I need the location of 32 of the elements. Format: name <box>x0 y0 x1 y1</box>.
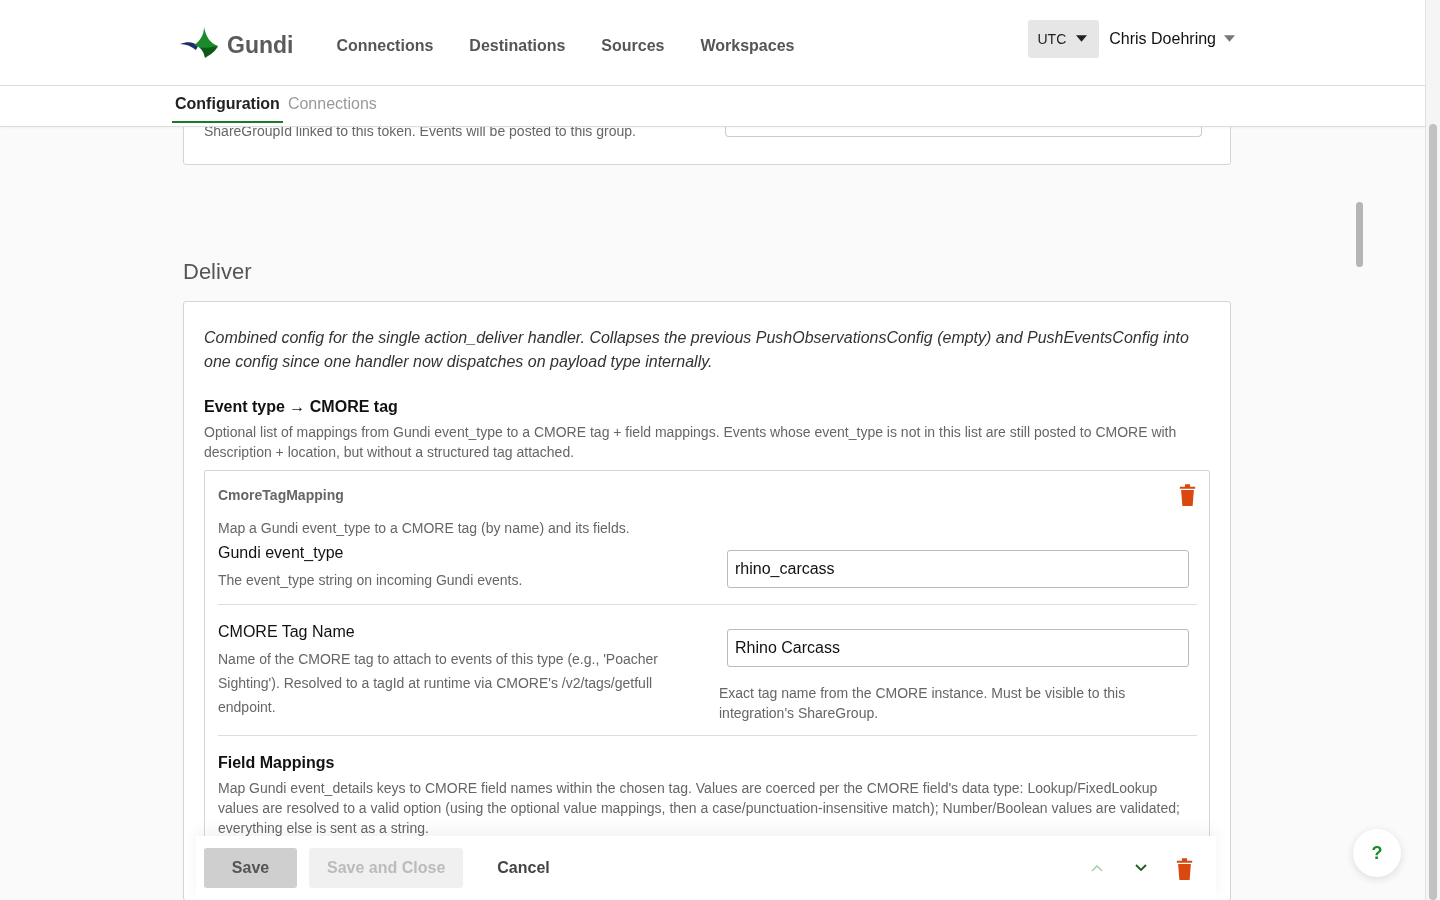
item-description: Map a Gundi event_type to a CMORE tag (by name) and its fields. <box>218 519 631 538</box>
trash-icon[interactable] <box>1178 483 1197 506</box>
field-label: Gundi event_type <box>218 544 345 562</box>
caret-icon <box>1224 35 1235 42</box>
nav-link[interactable]: Destinations <box>469 36 566 55</box>
field-help: Exact tag name from the CMORE instance. Must be visible to this integration's ShareGroup. <box>719 684 1127 723</box>
user-menu[interactable]: Chris Doehring <box>1103 28 1241 49</box>
item-type-label: CmoreTagMapping <box>218 486 344 503</box>
section-description: Combined config for the single action_deliver handler. Collapses the previous PushObservationsConfig (empty) and PushEventsConfig into one config since one handler now dispatches on payload type internally. <box>204 328 1190 372</box>
input-field[interactable]: rhino_carcass <box>727 550 1189 588</box>
nav-link[interactable]: Workspaces <box>700 36 795 55</box>
field-description: The event_type string on incoming Gundi events. <box>218 571 524 590</box>
help-button[interactable]: ? <box>1353 829 1401 877</box>
section-title: Deliver <box>183 259 253 285</box>
list-description: Optional list of mappings from Gundi event_type to a CMORE tag + field mappings. Events whose event_type is not in this list are still posted to CMORE with description + location, but without a structured tag attached. <box>204 423 1178 462</box>
save-button[interactable]: Save <box>204 848 297 888</box>
chevron-down-icon[interactable] <box>1135 864 1147 872</box>
list-title: Event type → CMORE tag <box>204 398 399 416</box>
field-description: Name of the CMORE tag to attach to events of this type (e.g., 'Poacher Sighting'). Resolved to a tagId at runtime via CMORE's /v2/tags/getfull endpoint. <box>218 650 659 717</box>
nav-link[interactable]: Connections <box>336 36 434 55</box>
subsection-title: Field Mappings <box>218 754 336 772</box>
timezone-dropdown[interactable]: UTC <box>1027 19 1100 58</box>
trash-icon[interactable] <box>1175 856 1194 880</box>
logo-icon <box>180 26 220 59</box>
logo-text[interactable]: Gundi <box>227 32 294 59</box>
subsection-description: Map Gundi event_details keys to CMORE field names within the chosen tag. Values are coerced per the CMORE field's data type: Lookup/FixedLookup values are resolved to a valid option (using the optional value mappings, then a case/punctuation-insensitive match); Number/Boolean values are validated; everything else is sent as a string. <box>218 779 1181 838</box>
field-label: CMORE Tag Name <box>218 623 356 641</box>
input-field[interactable]: Rhino Carcass <box>727 629 1189 667</box>
caret-icon <box>1076 35 1088 42</box>
cancel-button[interactable]: Cancel <box>479 848 568 888</box>
nav-link[interactable]: Sources <box>601 36 665 55</box>
tab[interactable]: Configuration <box>172 86 283 123</box>
